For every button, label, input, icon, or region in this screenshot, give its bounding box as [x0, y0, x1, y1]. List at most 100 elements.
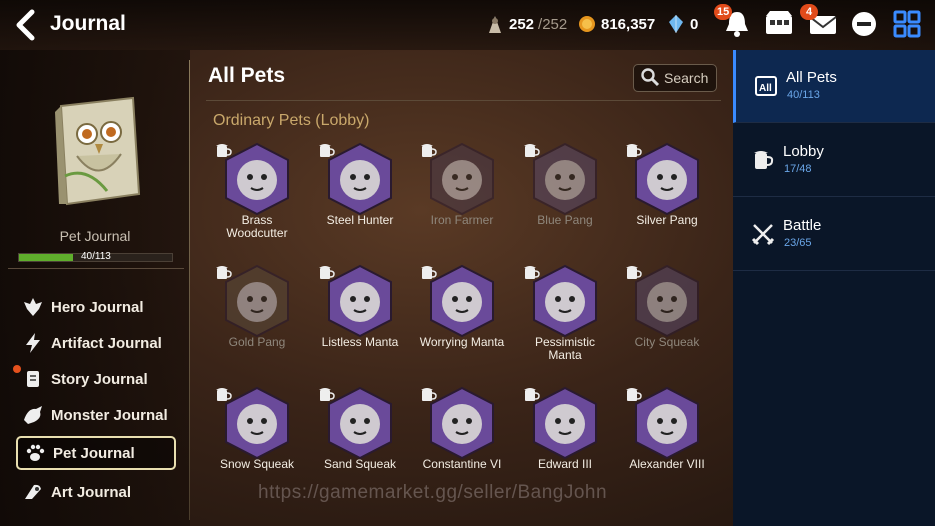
menu-label: Pet Journal: [53, 444, 135, 462]
category-count: 17/48: [784, 163, 812, 175]
watermark-text: https://gamemarket.gg/seller/BangJohn: [258, 482, 608, 503]
hero-icon: [21, 295, 45, 319]
top-bar: Journal 252/252 816,357 0 15 4: [0, 0, 935, 50]
crystal-icon: [666, 13, 686, 35]
pet-card[interactable]: City Squeak: [617, 264, 717, 382]
pet-name: City Squeak: [634, 335, 700, 349]
stamina-display: 252/252: [485, 13, 567, 35]
lobby-mug-icon: [523, 264, 541, 280]
dragon-icon: [21, 403, 45, 427]
lobby-mug-icon: [420, 264, 438, 280]
menu-label: Artifact Journal: [51, 334, 162, 352]
shop-icon[interactable]: [762, 8, 796, 40]
stamina-icon: [485, 13, 505, 35]
category-name: Battle: [783, 217, 822, 234]
back-icon[interactable]: [12, 8, 42, 42]
pet-journal-title: Pet Journal: [59, 228, 131, 244]
list-title: All Pets: [208, 64, 286, 87]
pet-journal-progress-bar: 40/113: [18, 251, 173, 262]
divider: [8, 268, 184, 269]
pet-name: Gold Pang: [228, 335, 286, 349]
pet-name: Silver Pang: [636, 213, 698, 227]
menu-story-journal[interactable]: Story Journal: [13, 362, 176, 396]
panel-divider: [189, 60, 190, 520]
pet-journal-progress-text: 40/113: [81, 251, 111, 262]
menu-grid-icon[interactable]: [890, 8, 924, 40]
category-count: 23/65: [784, 237, 812, 249]
pet-card[interactable]: Silver Pang: [617, 142, 717, 260]
pet-card[interactable]: Worrying Manta: [412, 264, 512, 382]
art-icon: [21, 480, 45, 504]
lobby-mug-icon: [318, 264, 336, 280]
pet-card[interactable]: Gold Pang: [207, 264, 307, 382]
gold-display: 816,357: [577, 13, 655, 35]
gem-display: 0: [666, 13, 698, 35]
category-name: All Pets: [786, 69, 837, 86]
menu-hero-journal[interactable]: Hero Journal: [16, 290, 176, 324]
lobby-mug-icon: [318, 142, 336, 158]
category-all-pets[interactable]: All All Pets 40/113: [733, 50, 935, 123]
pet-name: Sand Squeak: [323, 457, 397, 471]
lobby-mug-icon: [420, 142, 438, 158]
lobby-mug-icon: [215, 264, 233, 280]
lobby-mug-icon: [215, 386, 233, 402]
pet-name: Constantine VI: [422, 457, 502, 471]
menu-label: Story Journal: [51, 370, 148, 388]
pet-name: Iron Farmer: [430, 213, 494, 227]
pet-card[interactable]: Alexander VIII: [617, 386, 717, 504]
lobby-mug-icon: [523, 142, 541, 158]
search-label: Search: [664, 70, 709, 86]
lobby-mug-icon: [420, 386, 438, 402]
pet-card[interactable]: Pessimistic Manta: [515, 264, 615, 382]
menu-label: Monster Journal: [51, 406, 168, 424]
lightning-icon: [21, 331, 45, 355]
swords-icon: [751, 222, 775, 246]
notification-bell-icon[interactable]: 15: [714, 4, 754, 40]
lobby-mug-icon: [523, 386, 541, 402]
search-button[interactable]: Search: [633, 64, 717, 92]
stamina-value: 252: [509, 15, 535, 33]
pet-name: Snow Squeak: [219, 457, 295, 471]
pet-name: Listless Manta: [321, 335, 399, 349]
gem-value: 0: [690, 15, 699, 33]
pet-name: Steel Hunter: [326, 213, 394, 227]
pet-card[interactable]: Listless Manta: [310, 264, 410, 382]
stamina-max: /252: [538, 15, 568, 33]
category-name: Lobby: [783, 143, 824, 160]
mail-badge: 4: [800, 4, 818, 20]
category-lobby[interactable]: Lobby 17/48: [733, 124, 935, 197]
mail-icon[interactable]: 4: [800, 4, 840, 40]
section-title: Ordinary Pets (Lobby): [213, 112, 370, 129]
menu-label: Art Journal: [51, 483, 132, 501]
lobby-mug-icon: [318, 386, 336, 402]
mug-icon: [751, 148, 775, 172]
paw-icon: [23, 441, 47, 465]
menu-art-journal[interactable]: Art Journal: [16, 475, 176, 509]
pet-card[interactable]: Iron Farmer: [412, 142, 512, 260]
pet-name: Edward III: [537, 457, 593, 471]
search-icon: [640, 67, 660, 90]
lobby-mug-icon: [625, 264, 643, 280]
divider: [206, 100, 721, 101]
menu-artifact-journal[interactable]: Artifact Journal: [16, 326, 176, 360]
new-indicator-dot: [13, 365, 21, 373]
pet-card[interactable]: Steel Hunter: [310, 142, 410, 260]
pet-name: Brass Woodcutter: [226, 213, 288, 240]
pet-name: Pessimistic Manta: [534, 335, 595, 362]
chat-icon[interactable]: [847, 8, 881, 40]
lobby-mug-icon: [625, 142, 643, 158]
category-battle[interactable]: Battle 23/65: [733, 198, 935, 271]
category-panel: All All Pets 40/113 Lobby 17/48 Battle 2…: [733, 50, 935, 526]
menu-pet-journal[interactable]: Pet Journal: [16, 436, 176, 470]
menu-label: Hero Journal: [51, 298, 144, 316]
pet-card[interactable]: Brass Woodcutter: [207, 142, 307, 260]
pet-name: Alexander VIII: [629, 457, 705, 471]
notification-badge: 15: [714, 4, 733, 20]
scroll-icon: [21, 367, 45, 391]
all-icon: All: [754, 74, 778, 98]
menu-monster-journal[interactable]: Monster Journal: [16, 398, 176, 432]
category-count: 40/113: [787, 89, 820, 101]
pet-card[interactable]: Blue Pang: [515, 142, 615, 260]
pet-name: Blue Pang: [537, 213, 593, 227]
gold-coin-icon: [577, 13, 597, 35]
